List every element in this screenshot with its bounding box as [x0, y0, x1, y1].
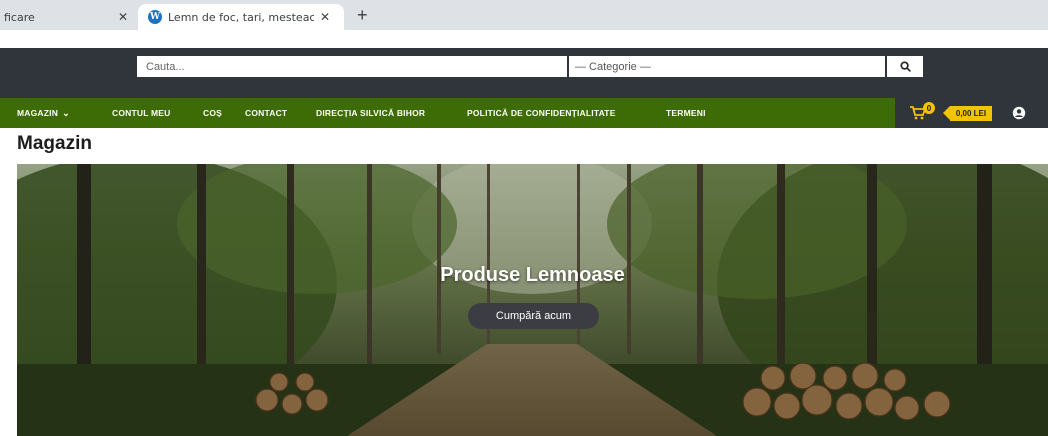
chevron-down-icon: ⌄ [62, 107, 70, 118]
nav-item-label: POLITICĂ DE CONFIDENȚIALITATE [467, 108, 616, 118]
browser-toolbar [0, 30, 1048, 48]
nav-item-contact[interactable]: CONTACT [245, 98, 287, 128]
nav-item-label: COȘ [203, 108, 223, 118]
nav-item-directia-silvica[interactable]: DIRECȚIA SILVICĂ BIHOR [316, 98, 425, 128]
tab-title: ficare [4, 10, 35, 24]
cart-count-badge: 0 [923, 102, 935, 114]
nav-item-label: TERMENI [666, 108, 706, 118]
wordpress-icon: W [148, 10, 162, 24]
forest-background-image [17, 164, 1048, 436]
cart-area: 0 0,00 LEI [895, 98, 1048, 128]
nav-item-politica[interactable]: POLITICĂ DE CONFIDENȚIALITATE [467, 98, 616, 128]
hero-banner: Produse Lemnoase Cumpără acum [17, 164, 1048, 436]
new-tab-icon[interactable]: + [357, 5, 368, 26]
search-icon [899, 61, 911, 72]
nav-item-cos[interactable]: COȘ [203, 98, 222, 128]
nav-item-label: CONTACT [245, 108, 288, 118]
browser-tab-active[interactable]: W Lemn de foc, tari, mesteacăn, răș ✕ [138, 4, 344, 30]
search-button[interactable] [887, 56, 923, 77]
cart-total[interactable]: 0,00 LEI [943, 106, 992, 121]
nav-item-label: MAGAZIN [17, 108, 59, 118]
account-button[interactable] [1012, 106, 1026, 125]
nav-item-contul-meu[interactable]: CONTUL MEU [112, 98, 171, 128]
browser-tab[interactable]: ficare ✕ [0, 4, 136, 30]
close-icon[interactable]: ✕ [118, 10, 128, 24]
main-nav: MAGAZIN ⌄ CONTUL MEU COȘ CONTACT DIRECȚI… [0, 98, 1048, 128]
nav-item-label: DIRECȚIA SILVICĂ BIHOR [316, 108, 426, 118]
nav-item-magazin[interactable]: MAGAZIN ⌄ [17, 98, 70, 128]
search-input[interactable] [137, 56, 567, 77]
shop-now-button[interactable]: Cumpără acum [468, 303, 599, 329]
nav-item-termeni[interactable]: TERMENI [666, 98, 706, 128]
site-header: — Categorie — [0, 48, 1048, 98]
nav-item-label: CONTUL MEU [112, 108, 171, 118]
browser-tab-strip: ficare ✕ W Lemn de foc, tari, mesteacăn,… [0, 0, 1048, 30]
user-icon [1012, 106, 1026, 120]
category-select-label: — Categorie — [575, 60, 651, 73]
close-icon[interactable]: ✕ [320, 10, 330, 24]
category-select[interactable]: — Categorie — [569, 56, 885, 77]
page-title: Magazin [17, 133, 92, 154]
tab-title: Lemn de foc, tari, mesteacăn, răș [168, 10, 314, 24]
hero-title: Produse Lemnoase [440, 264, 625, 286]
